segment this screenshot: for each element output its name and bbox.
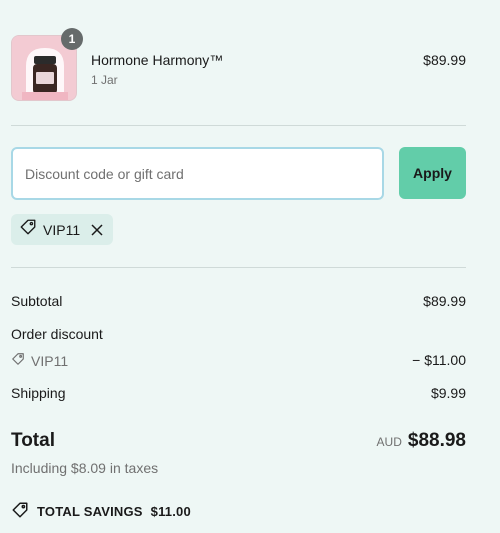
divider: [11, 125, 466, 126]
shipping-label: Shipping: [11, 385, 66, 401]
discount-value: − $11.00: [412, 352, 466, 368]
total-label: Total: [11, 430, 55, 451]
tag-icon: [11, 501, 29, 522]
total-value: $88.98: [407, 430, 466, 451]
discount-code-label: VIP11: [31, 352, 69, 369]
tag-icon: [19, 218, 37, 241]
savings-value: $11.00: [150, 504, 191, 519]
order-discount-label: Order discount: [11, 326, 103, 342]
subtotal-value: $89.99: [423, 293, 466, 309]
product-name: Hormone Harmony™: [91, 52, 224, 68]
order-summary: 1 Hormone Harmony™ 1 Jar $89.99 Apply VI…: [0, 0, 500, 533]
discount-code-input[interactable]: [11, 147, 384, 200]
applied-discount-chip: VIP11: [11, 214, 113, 245]
currency-code: AUD: [376, 435, 402, 449]
product-price: $89.99: [423, 52, 466, 68]
tag-icon: [11, 352, 25, 369]
product-variant: 1 Jar: [91, 73, 118, 87]
shipping-value: $9.99: [430, 385, 466, 401]
subtotal-label: Subtotal: [11, 293, 63, 309]
taxes-note: Including $8.09 in taxes: [11, 460, 159, 476]
close-icon[interactable]: [89, 222, 105, 238]
quantity-badge: 1: [61, 28, 83, 50]
divider: [11, 267, 466, 268]
total-row: Total AUD $88.98: [11, 430, 466, 456]
total-savings: TOTAL SAVINGS $11.00: [11, 501, 191, 522]
apply-button[interactable]: Apply: [399, 147, 466, 199]
line-item: 1 Hormone Harmony™ 1 Jar $89.99: [11, 28, 466, 102]
applied-code-label: VIP11: [43, 221, 81, 238]
savings-label: TOTAL SAVINGS: [37, 504, 143, 519]
